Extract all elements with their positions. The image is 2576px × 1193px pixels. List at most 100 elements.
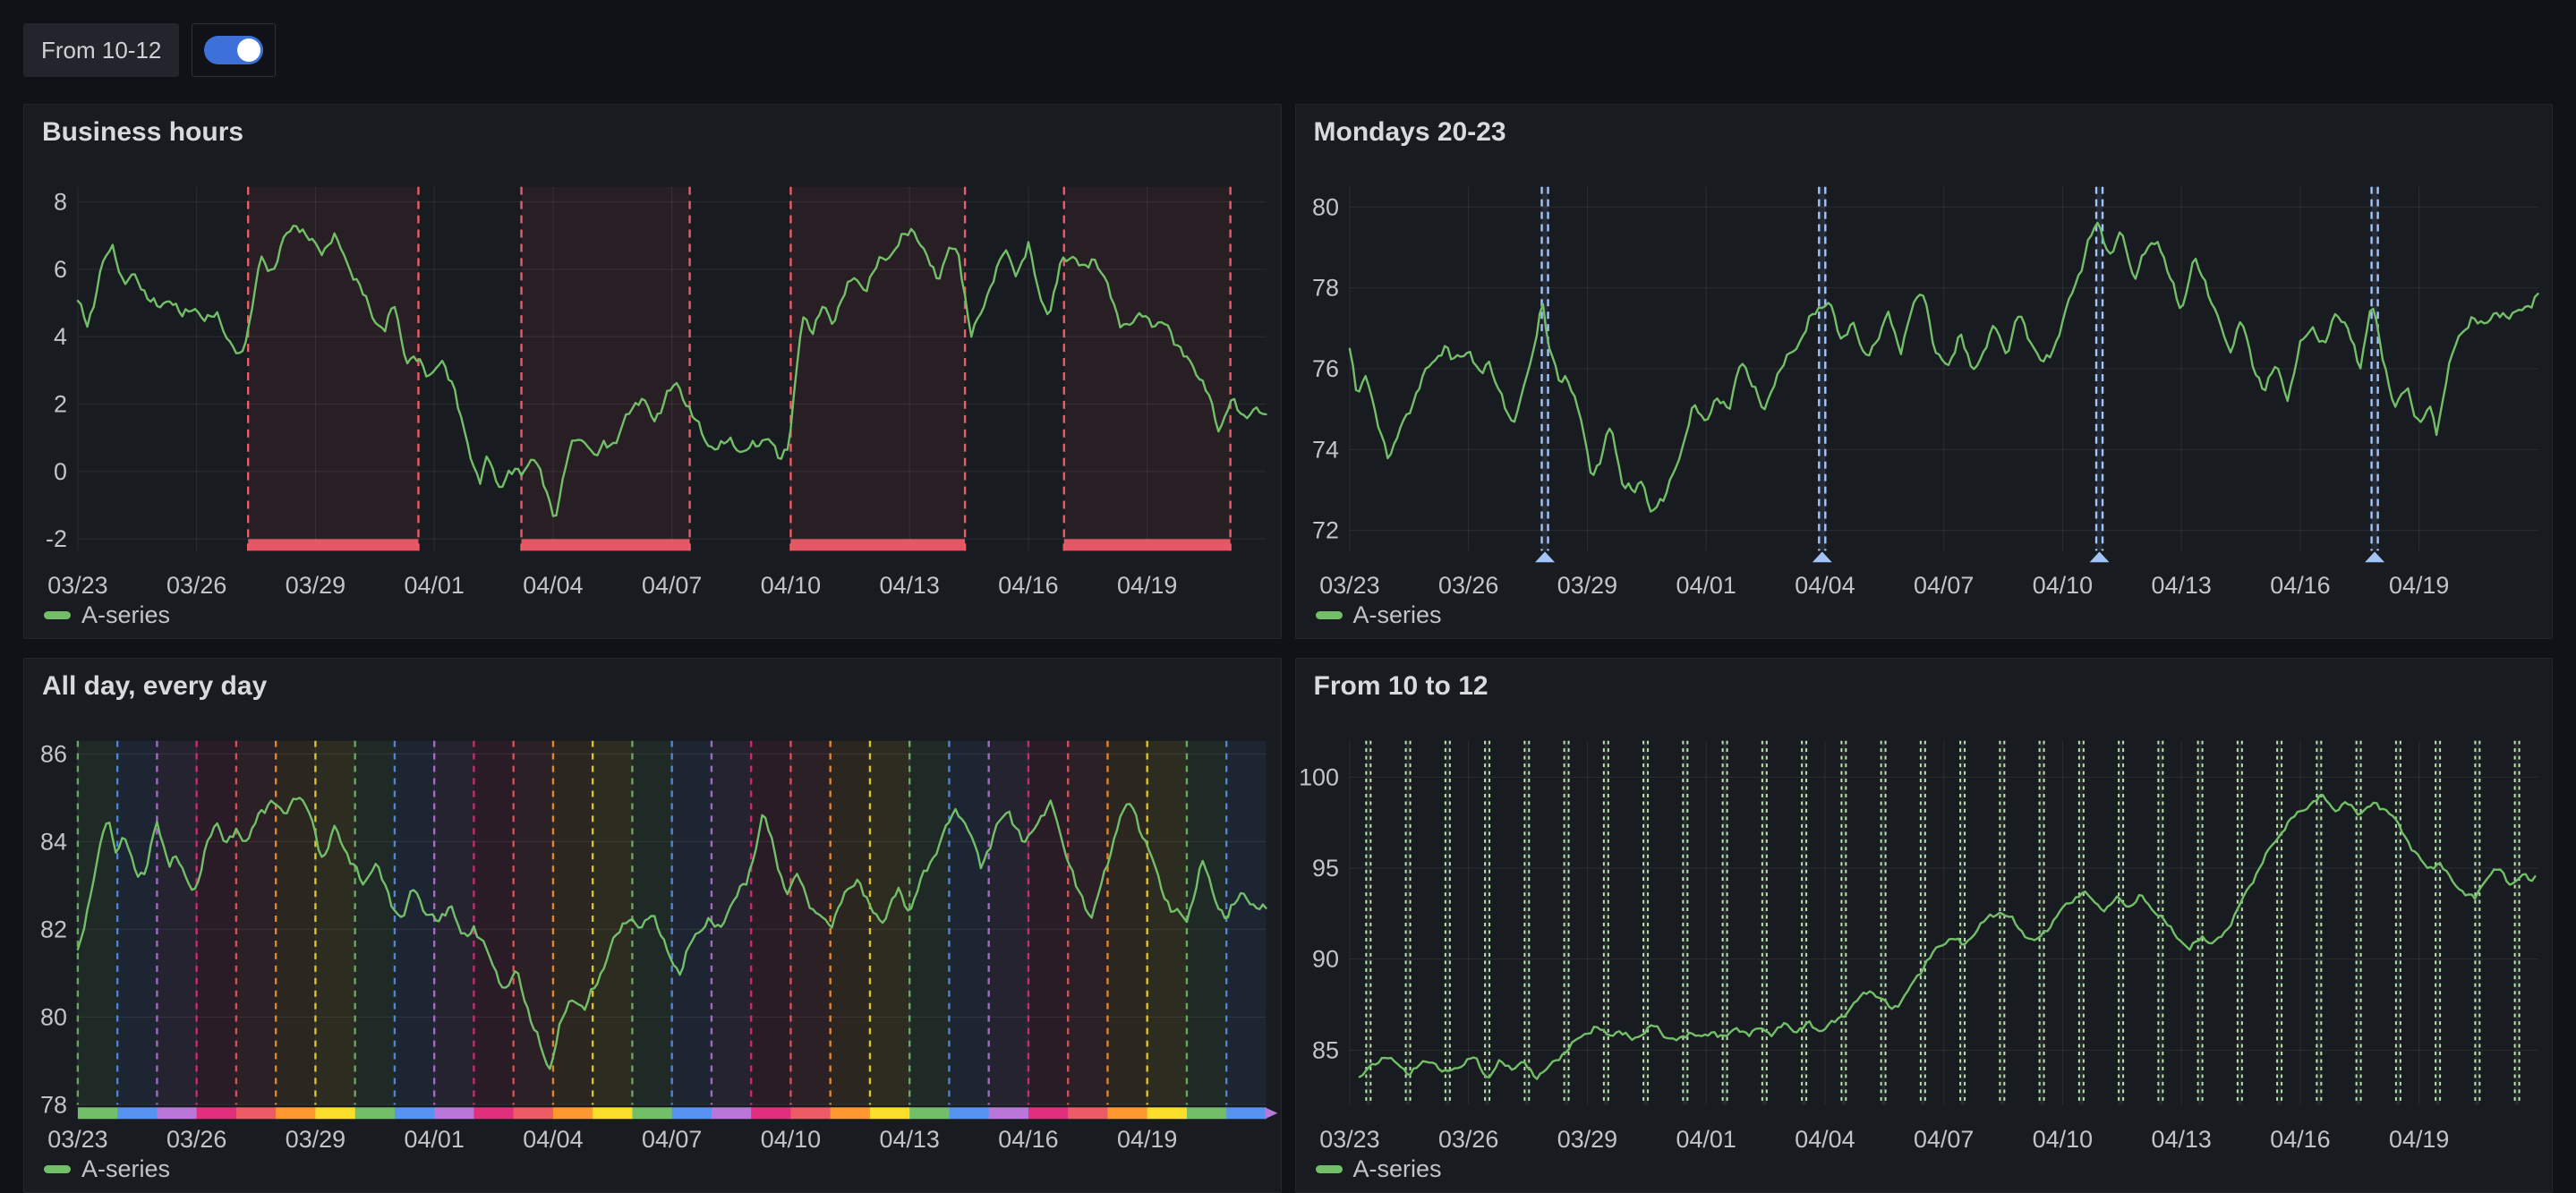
x-tick-label: 04/19 <box>1117 1126 1177 1153</box>
day-color-strip <box>593 1107 633 1119</box>
x-tick-label: 03/29 <box>1557 1126 1616 1153</box>
region-strip <box>1064 539 1231 550</box>
y-tick-label: 6 <box>54 256 67 283</box>
plot-svg[interactable]: 86420-203/2303/2603/2904/0104/0404/0704/… <box>24 105 1281 638</box>
y-tick-label: 78 <box>1312 275 1339 302</box>
x-tick-label: 03/23 <box>1319 1126 1379 1153</box>
y-tick-label: 80 <box>40 1003 67 1030</box>
x-tick-label: 04/04 <box>523 1126 583 1153</box>
y-tick-label: 86 <box>40 740 67 767</box>
x-tick-label: 04/10 <box>761 1126 821 1153</box>
day-color-strip <box>790 1107 831 1119</box>
x-tick-label: 03/23 <box>1319 572 1379 599</box>
time-region-toggle[interactable] <box>192 23 276 77</box>
day-color-strip <box>989 1107 1029 1119</box>
day-color-strip <box>831 1107 871 1119</box>
panel-title[interactable]: All day, every day <box>42 671 267 702</box>
y-tick-label: 8 <box>54 189 67 216</box>
y-tick-label: 84 <box>40 828 67 855</box>
legend-swatch <box>44 611 71 619</box>
x-tick-label: 04/16 <box>2270 1126 2330 1153</box>
x-tick-label: 04/10 <box>2032 1126 2092 1153</box>
x-tick-label: 04/19 <box>2389 572 2449 599</box>
plot-svg[interactable]: 868482807803/2303/2603/2904/0104/0404/07… <box>24 659 1281 1192</box>
day-color-strip <box>672 1107 712 1119</box>
plot-svg[interactable]: 10095908503/2303/2603/2904/0104/0404/070… <box>1296 659 2553 1192</box>
y-tick-label: 90 <box>1312 946 1339 973</box>
y-tick-label: 80 <box>1312 193 1339 220</box>
day-color-strip <box>949 1107 989 1119</box>
x-tick-label: 04/19 <box>1117 572 1177 599</box>
day-color-strip <box>1187 1107 1227 1119</box>
day-color-strip <box>117 1107 158 1119</box>
x-tick-label: 04/16 <box>998 1126 1058 1153</box>
y-tick-label: 82 <box>40 916 67 942</box>
day-color-strip <box>78 1107 118 1119</box>
y-tick-label: 2 <box>54 391 67 418</box>
day-color-strip <box>1147 1107 1188 1119</box>
plot-svg[interactable]: 807876747203/2303/2603/2904/0104/0404/07… <box>1296 105 2553 638</box>
day-color-strip <box>276 1107 316 1119</box>
day-color-strip <box>473 1107 514 1119</box>
toggle-track[interactable] <box>204 36 263 64</box>
x-tick-label: 04/07 <box>642 1126 702 1153</box>
x-tick-label: 04/10 <box>2032 572 2092 599</box>
day-color-strip <box>236 1107 277 1119</box>
day-color-strip <box>157 1107 197 1119</box>
x-tick-label: 03/26 <box>1438 1126 1498 1153</box>
legend-swatch <box>1316 1165 1343 1173</box>
legend-swatch <box>1316 611 1343 619</box>
x-tick-label: 04/01 <box>1676 1126 1736 1153</box>
day-color-strip <box>514 1107 554 1119</box>
day-color-strip <box>870 1107 910 1119</box>
y-tick-label: 72 <box>1312 517 1339 544</box>
toggle-knob <box>237 38 260 62</box>
x-tick-label: 03/29 <box>286 572 345 599</box>
legend[interactable]: A-series <box>1316 601 1442 629</box>
day-color-strip <box>395 1107 435 1119</box>
x-tick-label: 03/26 <box>166 1126 226 1153</box>
legend-series-label: A-series <box>1353 1155 1442 1183</box>
x-tick-label: 04/07 <box>1914 572 1974 599</box>
x-tick-label: 04/10 <box>761 572 821 599</box>
legend[interactable]: A-series <box>1316 1155 1442 1183</box>
panel-business-hours: Business hours 86420-203/2303/2603/2904/… <box>23 104 1282 639</box>
day-color-strip <box>909 1107 950 1119</box>
x-tick-label: 04/19 <box>2389 1126 2449 1153</box>
x-tick-label: 04/13 <box>2151 572 2211 599</box>
day-color-strip <box>1028 1107 1069 1119</box>
legend-swatch <box>44 1165 71 1173</box>
panel-grid: Business hours 86420-203/2303/2603/2904/… <box>23 104 2553 1193</box>
x-tick-label: 03/29 <box>286 1126 345 1153</box>
day-color-strip <box>1107 1107 1147 1119</box>
x-tick-label: 04/04 <box>1795 1126 1855 1153</box>
day-color-strip <box>553 1107 593 1119</box>
y-tick-label: 76 <box>1312 355 1339 382</box>
legend-series-label: A-series <box>1353 601 1442 629</box>
x-tick-label: 03/26 <box>1438 572 1498 599</box>
panel-title[interactable]: Business hours <box>42 117 243 148</box>
legend[interactable]: A-series <box>44 1155 170 1183</box>
x-tick-label: 04/13 <box>880 1126 940 1153</box>
x-tick-label: 04/16 <box>998 572 1058 599</box>
x-tick-label: 04/16 <box>2270 572 2330 599</box>
x-tick-label: 04/04 <box>1795 572 1855 599</box>
y-tick-label: 74 <box>1312 436 1339 463</box>
x-tick-label: 03/29 <box>1557 572 1616 599</box>
day-color-strip <box>632 1107 672 1119</box>
legend[interactable]: A-series <box>44 601 170 629</box>
annotation-marker-triangle <box>2089 551 2109 562</box>
panel-mondays-20-23: Mondays 20-23 80 78 76 74 72 03/23 03/26 03/29 0… <box>1295 104 2554 639</box>
x-tick-label: 04/01 <box>405 1126 465 1153</box>
legend-series-label: A-series <box>81 1155 170 1183</box>
region-strip <box>790 539 965 550</box>
x-tick-label: 03/26 <box>166 572 226 599</box>
strip-continue-arrow <box>1265 1107 1277 1119</box>
y-tick-label: 78 <box>40 1091 67 1118</box>
panel-from-10-to-12: From 10 to 12 10095908503/2303/2603/2904… <box>1295 658 2554 1193</box>
panel-title[interactable]: Mondays 20-23 <box>1314 117 1506 148</box>
region-strip <box>522 539 690 550</box>
legend-series-label: A-series <box>81 601 170 629</box>
panel-title[interactable]: From 10 to 12 <box>1314 671 1488 702</box>
day-color-strip <box>197 1107 237 1119</box>
